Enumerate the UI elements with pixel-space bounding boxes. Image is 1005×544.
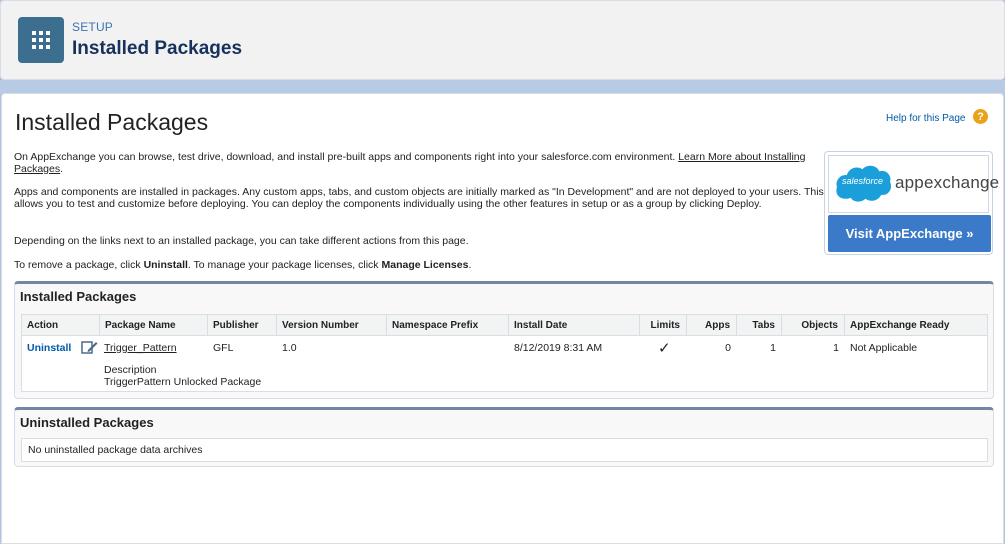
decorative-strip	[0, 80, 1005, 94]
table-header: Action Package Name Publisher Version Nu…	[22, 315, 987, 336]
installed-section-title: Installed Packages	[20, 289, 137, 304]
visit-appexchange-button[interactable]: Visit AppExchange »	[828, 215, 991, 252]
remove-text-manage: Manage Licenses	[381, 259, 469, 271]
appexchange-ready-cell: Not Applicable	[850, 342, 918, 354]
table-row: Uninstall Trigger_Pattern GFL 1.0 8/12/2…	[22, 336, 987, 391]
remove-text-uninstall: Uninstall	[143, 259, 188, 271]
version-cell: 1.0	[282, 342, 297, 354]
description-label: Description	[104, 364, 157, 376]
col-package-name: Package Name	[100, 315, 208, 336]
apps-cell: 0	[725, 342, 731, 354]
col-tabs: Tabs	[737, 315, 782, 336]
header-title: Installed Packages	[72, 38, 243, 59]
intro-text: On AppExchange you can browse, test driv…	[14, 151, 676, 163]
uninstall-link[interactable]: Uninstall	[27, 342, 71, 354]
deployment-paragraph: Apps and components are installed in pac…	[14, 186, 824, 210]
description-text: TriggerPattern Unlocked Package	[104, 376, 262, 388]
setup-breadcrumb[interactable]: SETUP	[72, 20, 113, 34]
installed-packages-table: Action Package Name Publisher Version Nu…	[21, 314, 988, 392]
col-version-number: Version Number	[277, 315, 387, 336]
col-limits: Limits	[640, 315, 687, 336]
uninstalled-section-title: Uninstalled Packages	[20, 415, 154, 430]
package-name-cell: Trigger_Pattern	[104, 342, 177, 354]
remove-text-mid: . To manage your package licenses, click	[187, 259, 382, 271]
appexchange-logo[interactable]: salesforce appexchange	[828, 155, 999, 213]
col-objects: Objects	[782, 315, 845, 336]
package-name-link[interactable]: Trigger_Pattern	[104, 342, 177, 354]
objects-cell: 1	[833, 342, 839, 354]
actions-paragraph: Depending on the links next to an instal…	[14, 235, 469, 247]
uninstall-link-cell: Uninstall	[27, 342, 71, 354]
installed-packages-section: Installed Packages Action Package Name P…	[14, 281, 994, 399]
help-link[interactable]: Help for this Page	[886, 113, 966, 124]
salesforce-logo-text: salesforce	[842, 176, 884, 186]
tabs-cell: 1	[770, 342, 776, 354]
appexchange-promo: salesforce appexchange Visit AppExchange…	[824, 151, 999, 255]
page-title: Installed Packages	[15, 109, 209, 135]
remove-text-pre: To remove a package, click	[14, 259, 144, 271]
limits-check-icon: ✓	[658, 340, 671, 357]
col-publisher: Publisher	[208, 315, 277, 336]
col-apps: Apps	[687, 315, 737, 336]
install-date-cell: 8/12/2019 8:31 AM	[514, 342, 603, 354]
edit-package-icon[interactable]	[81, 340, 98, 358]
main-panel: Installed Packages Help for this Page ? …	[1, 93, 1004, 544]
intro-paragraph: On AppExchange you can browse, test driv…	[14, 151, 806, 175]
col-action: Action	[22, 315, 100, 336]
remove-text-post: .	[468, 259, 472, 271]
remove-paragraph: To remove a package, click Uninstall. To…	[14, 259, 824, 271]
no-uninstalled-message: No uninstalled package data archives	[21, 438, 988, 462]
publisher-cell: GFL	[213, 342, 234, 354]
uninstalled-packages-section: Uninstalled Packages No uninstalled pack…	[14, 407, 994, 467]
setup-header: SETUP Installed Packages	[0, 0, 1005, 80]
app-grid-icon	[18, 17, 64, 63]
col-namespace-prefix: Namespace Prefix	[387, 315, 509, 336]
col-install-date: Install Date	[509, 315, 640, 336]
help-icon[interactable]: ?	[973, 109, 988, 124]
col-appexchange-ready: AppExchange Ready	[850, 320, 950, 331]
appexchange-wordmark: appexchange	[895, 173, 1000, 192]
